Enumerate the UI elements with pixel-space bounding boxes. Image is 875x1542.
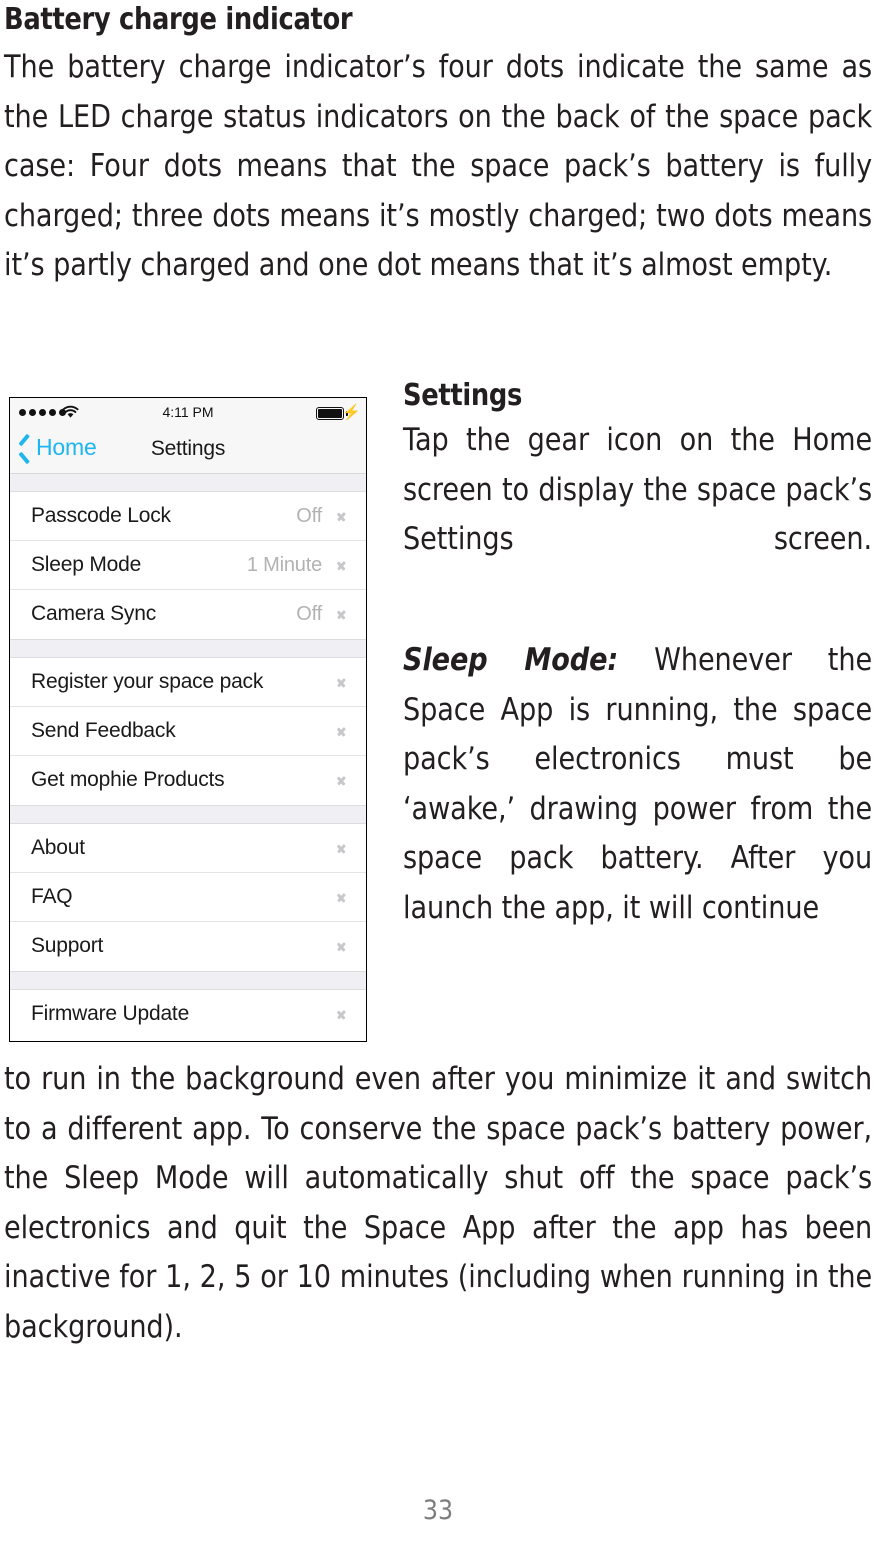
list-item-label: Get mophie Products	[31, 768, 225, 791]
sleep-mode-lead-in: Sleep Mode:	[403, 642, 619, 678]
chevron-right-icon	[338, 1007, 346, 1022]
battery-full-icon	[316, 407, 344, 420]
battery-charge-section: Battery charge indicator The battery cha…	[4, 0, 872, 291]
phone-settings-screenshot: 4:11 PM ⚡ Home Settings Passcode Lock Of	[9, 397, 367, 1042]
manual-page: Battery charge indicator The battery cha…	[4, 0, 872, 1542]
settings-heading: Settings	[403, 378, 523, 413]
group-separator	[10, 474, 366, 492]
chevron-right-icon	[338, 675, 346, 690]
ios-nav-bar: Home Settings	[10, 427, 366, 474]
sleep-mode-paragraph-top: Sleep Mode: Whenever the Space App is ru…	[403, 636, 872, 933]
page-number: 33	[422, 1495, 454, 1526]
settings-paragraph: Tap the gear icon on the Home screen to …	[403, 422, 873, 557]
list-item-label: FAQ	[31, 885, 73, 908]
ios-status-bar: 4:11 PM ⚡	[10, 398, 366, 427]
list-item-passcode-lock[interactable]: Passcode Lock Off	[10, 492, 366, 541]
group-separator	[10, 805, 366, 824]
chevron-right-icon	[338, 939, 346, 954]
list-item-sleep-mode[interactable]: Sleep Mode 1 Minute	[10, 541, 366, 590]
sleep-mode-paragraph-start: Whenever the Space App is running, the s…	[403, 642, 873, 926]
list-item-label: Passcode Lock	[31, 504, 171, 527]
list-item-value: 1 Minute	[246, 554, 322, 576]
sleep-mode-continuation-section: to run in the background even after you …	[4, 1055, 872, 1402]
chevron-right-icon	[338, 724, 346, 739]
list-item-label: Firmware Update	[31, 1002, 190, 1025]
list-item-label: Support	[31, 934, 104, 957]
list-item-value: Off	[296, 505, 322, 527]
status-bar-time: 4:11 PM	[162, 404, 214, 420]
list-item-support[interactable]: Support	[10, 922, 366, 971]
chevron-right-icon	[338, 607, 346, 622]
sleep-mode-paragraph-rest: to run in the background even after you …	[4, 1061, 873, 1345]
list-item-value: Off	[296, 603, 322, 625]
chevron-right-icon	[338, 773, 346, 788]
list-item-label: Register your space pack	[31, 670, 264, 693]
list-item-label: About	[31, 836, 85, 859]
page-title: Battery charge indicator	[4, 2, 353, 37]
group-separator	[10, 971, 366, 990]
battery-charge-paragraph: The battery charge indicator’s four dots…	[4, 49, 873, 283]
list-item-register-your-space-pack[interactable]: Register your space pack	[10, 658, 366, 707]
list-item-get-mophie-products[interactable]: Get mophie Products	[10, 756, 366, 805]
chevron-right-icon	[338, 509, 346, 524]
chevron-right-icon	[338, 841, 346, 856]
list-item-send-feedback[interactable]: Send Feedback	[10, 707, 366, 756]
settings-text-column: Settings Tap the gear icon on the Home s…	[403, 375, 872, 933]
group-separator	[10, 639, 366, 658]
list-item-faq[interactable]: FAQ	[10, 873, 366, 922]
list-item-label: Send Feedback	[31, 719, 176, 742]
list-item-about[interactable]: About	[10, 824, 366, 873]
list-item-label: Camera Sync	[31, 602, 157, 625]
chevron-right-icon	[338, 890, 346, 905]
list-item-label: Sleep Mode	[31, 553, 142, 576]
chevron-right-icon	[338, 558, 346, 573]
list-item-camera-sync[interactable]: Camera Sync Off	[10, 590, 366, 639]
lightning-bolt-icon: ⚡	[342, 404, 361, 421]
list-item-firmware-update[interactable]: Firmware Update	[10, 990, 366, 1039]
nav-bar-title: Settings	[150, 437, 226, 460]
